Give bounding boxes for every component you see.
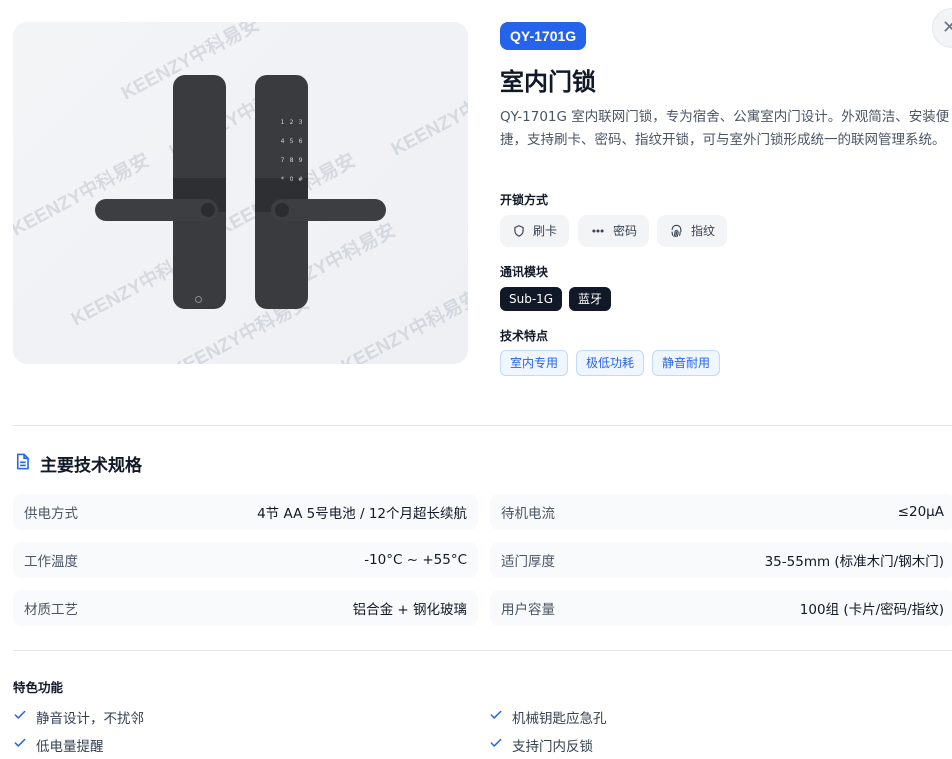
- feature-item: 支持门内反锁: [489, 735, 593, 755]
- keypad-key: 6: [298, 138, 303, 145]
- divider: [13, 425, 952, 426]
- unlock-method-label: 密码: [613, 224, 638, 238]
- check-icon: [13, 736, 27, 754]
- model-badge: QY-1701G: [500, 22, 587, 50]
- feature-text: 支持门内反锁: [512, 739, 593, 755]
- spec-row: 用户容量 100组 (卡片/密码/指纹): [490, 590, 952, 626]
- unlock-method-label: 刷卡: [533, 224, 558, 238]
- spec-label: 供电方式: [24, 506, 78, 522]
- keypad-key: 3: [298, 119, 303, 126]
- tech-features-label: 技术特点: [500, 329, 549, 343]
- feature-text: 低电量提醒: [36, 739, 104, 755]
- spec-value: -10°C ~ +55°C: [364, 552, 467, 568]
- shield-icon: [512, 224, 526, 238]
- keypad-key: *: [281, 176, 284, 183]
- unlock-method-password: 密码: [578, 215, 650, 247]
- keypad-key: 0: [289, 176, 294, 183]
- specs-heading: 主要技术规格: [13, 451, 142, 476]
- spec-row: 待机电流 ≤20μA: [490, 494, 952, 530]
- keypad-key: 8: [289, 157, 294, 164]
- watermark: KEENZY中科易安: [387, 70, 468, 161]
- feature-text: 静音设计，不扰邻: [36, 711, 144, 727]
- comm-module-label: 通讯模块: [500, 265, 549, 279]
- keypad-key: 2: [289, 119, 294, 126]
- handle-left: [95, 199, 218, 221]
- spec-row: 材质工艺 铝合金 + 钢化玻璃: [13, 590, 478, 626]
- watermark: KEENZY中科易安: [13, 150, 153, 241]
- keypad-key: 5: [289, 138, 294, 145]
- feature-item: 低电量提醒: [13, 735, 104, 755]
- product-title: 室内门锁: [500, 68, 596, 96]
- unlock-method-label: 指纹: [691, 224, 716, 238]
- dots-icon: [590, 224, 606, 238]
- comm-tag: 蓝牙: [569, 287, 612, 311]
- watermark: KEENZY中科易安: [337, 287, 468, 364]
- keyhole: [195, 296, 202, 303]
- spec-label: 用户容量: [501, 602, 555, 618]
- keypad-key: 1: [280, 119, 285, 126]
- unlock-methods-label: 开锁方式: [500, 193, 549, 207]
- spec-value: 100组 (卡片/密码/指纹): [799, 602, 944, 618]
- spec-label: 适门厚度: [501, 554, 555, 570]
- feature-text: 机械钥匙应急孔: [512, 711, 607, 727]
- unlock-method-fingerprint: 指纹: [657, 215, 728, 247]
- spec-value: ≤20μA: [897, 504, 944, 520]
- keypad: 123 456 789 * 0 #: [278, 109, 308, 185]
- divider: [13, 650, 952, 651]
- check-icon: [489, 708, 503, 726]
- unlock-method-card: 刷卡: [500, 215, 570, 247]
- spec-row: 供电方式 4节 AA 5号电池 / 12个月超长续航: [13, 494, 478, 530]
- keypad-key: #: [297, 176, 304, 183]
- spec-label: 待机电流: [501, 506, 555, 522]
- document-icon: [13, 452, 32, 475]
- close-button[interactable]: ✕: [932, 8, 952, 48]
- features-title: 特色功能: [13, 680, 64, 695]
- handle-knob: [201, 203, 215, 217]
- tech-tag: 极低功耗: [576, 350, 645, 376]
- feature-item: 机械钥匙应急孔: [489, 707, 607, 727]
- spec-value: 铝合金 + 钢化玻璃: [352, 602, 467, 618]
- tech-tag: 室内专用: [500, 350, 569, 376]
- spec-value: 35-55mm (标准木门/钢木门): [764, 554, 944, 570]
- keypad-key: 4: [280, 138, 285, 145]
- fingerprint-icon: [669, 224, 684, 239]
- check-icon: [13, 708, 27, 726]
- product-description: QY-1701G 室内联网门锁，专为宿舍、公寓室内门设计。外观简洁、安装便捷，支…: [500, 109, 950, 148]
- product-image: KEENZY中科易安 KEENZY中科易安 KEENZY中科易安 KEENZY中…: [13, 22, 468, 364]
- spec-value: 4节 AA 5号电池 / 12个月超长续航: [257, 506, 467, 522]
- feature-item: 静音设计，不扰邻: [13, 707, 144, 727]
- tech-tag: 静音耐用: [652, 350, 721, 376]
- spec-label: 工作温度: [24, 554, 78, 570]
- keypad-key: 9: [298, 157, 303, 164]
- handle-knob: [275, 203, 289, 217]
- close-icon: ✕: [942, 17, 952, 38]
- keypad-key: 7: [280, 157, 285, 164]
- comm-tag: Sub-1G: [500, 287, 563, 311]
- spec-row: 适门厚度 35-55mm (标准木门/钢木门): [490, 542, 952, 578]
- spec-row: 工作温度 -10°C ~ +55°C: [13, 542, 478, 578]
- check-icon: [489, 736, 503, 754]
- specs-heading-text: 主要技术规格: [40, 456, 142, 476]
- lock-plate-left: [173, 75, 226, 309]
- spec-label: 材质工艺: [24, 602, 78, 618]
